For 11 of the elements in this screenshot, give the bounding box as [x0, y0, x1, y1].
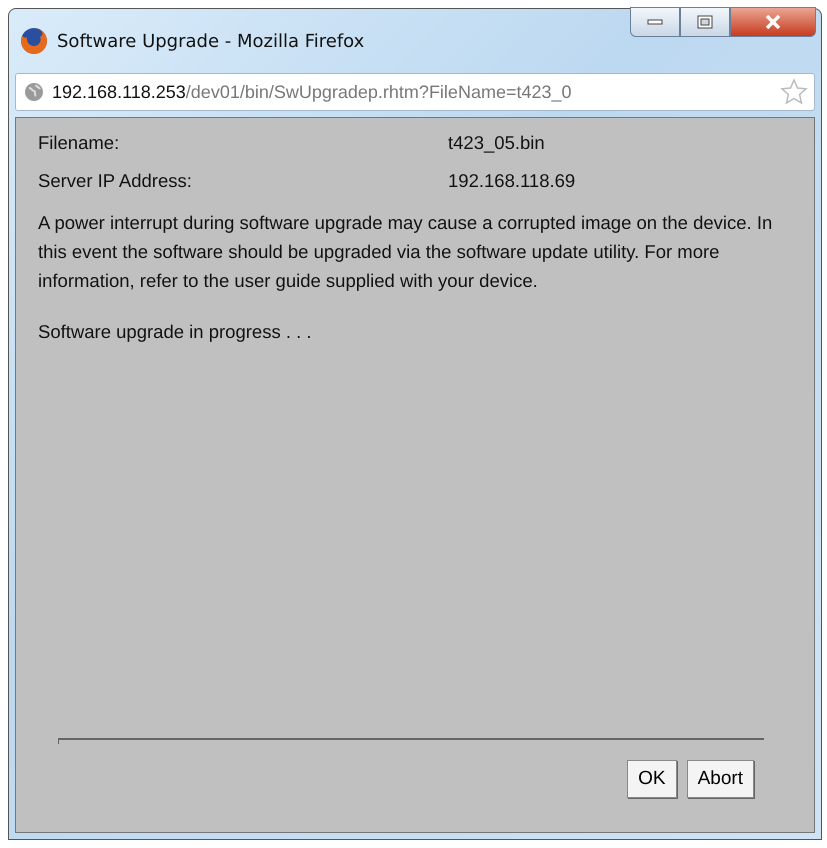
field-label: Server IP Address:	[38, 170, 193, 192]
ok-button[interactable]: OK	[627, 760, 677, 798]
address-bar[interactable]: 192.168.118.253/dev01/bin/SwUpgradep.rhtm?FileName=t423_0	[15, 73, 815, 111]
field-label: Filename:	[38, 132, 120, 154]
window-title: Software Upgrade - Mozilla Firefox	[57, 30, 364, 52]
field-value: 192.168.118.69	[448, 170, 576, 192]
warning-text: A power interrupt during software upgrade may cause a corrupted image on the device. In this event the software should be upgraded via the software update utility. For more information, refer to the user guide supplied with your device.	[38, 211, 774, 293]
status-text: Software upgrade in progress . . .	[38, 321, 313, 343]
field-value: t423_05.bin	[448, 132, 546, 154]
abort-button[interactable]: Abort	[686, 760, 754, 798]
url-text: 192.168.118.253/dev01/bin/SwUpgradep.rhtm?FileName=t423_0	[52, 82, 573, 102]
